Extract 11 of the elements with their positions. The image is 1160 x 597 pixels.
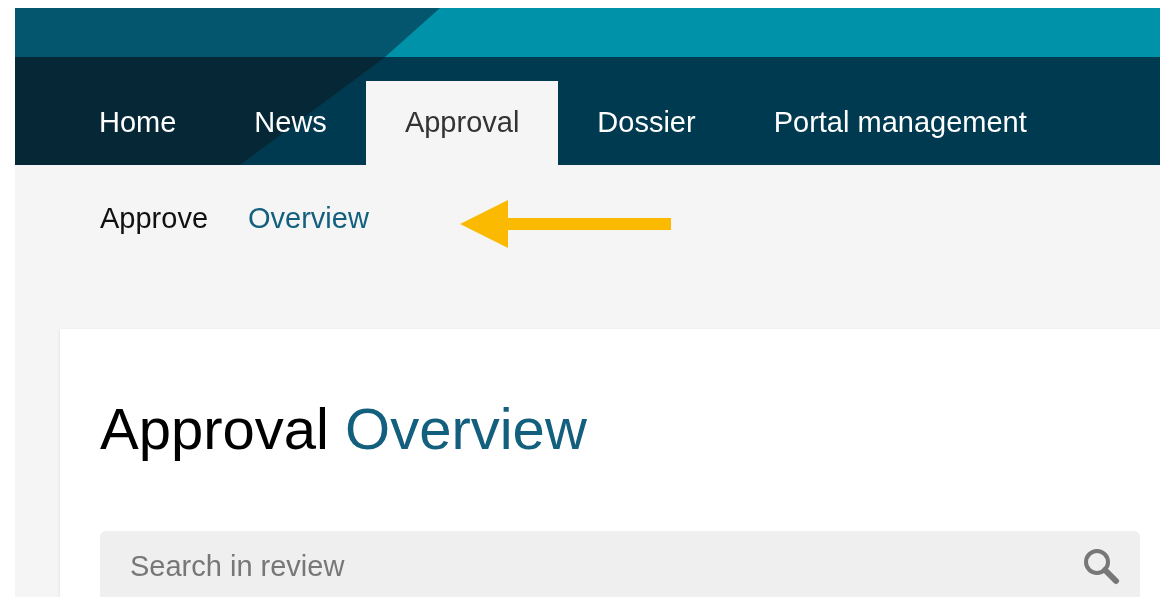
subnav-link[interactable]: Overview <box>248 197 369 241</box>
page-title-accent: Overview <box>345 395 587 461</box>
nav-tab[interactable]: Home <box>60 81 216 165</box>
subnav-link[interactable]: Approve <box>100 197 208 241</box>
nav-tab[interactable]: Portal management <box>734 81 1066 165</box>
page-title: Approval <box>100 395 329 461</box>
nav-tab[interactable]: News <box>215 81 366 165</box>
nav-tab[interactable]: Dossier <box>558 81 735 165</box>
nav-tab[interactable]: Approval <box>365 81 559 165</box>
search-field[interactable]: Search in review <box>100 531 1140 597</box>
search-icon <box>1082 547 1120 586</box>
